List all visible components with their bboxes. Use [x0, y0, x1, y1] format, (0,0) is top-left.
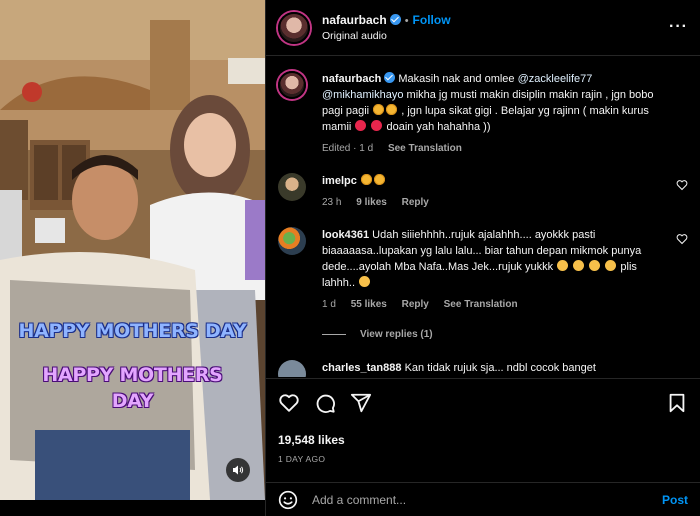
comment-input[interactable]: Add a comment... [312, 493, 662, 507]
likes-count[interactable]: 19,548 likes [278, 433, 688, 447]
caption-text-1: Makasih nak and omlee [398, 73, 518, 85]
post-video[interactable]: HAPPY MOTHERS DAY HAPPY MOTHERS DAY [0, 0, 265, 500]
share-send-icon[interactable] [350, 392, 372, 414]
view-replies-button[interactable]: View replies (1) [322, 329, 688, 340]
action-bar [278, 389, 688, 417]
caption-username[interactable]: nafaurbach [322, 73, 381, 85]
emoji-icon [373, 104, 385, 115]
emoji-icon [386, 104, 398, 115]
caption-body: nafaurbach Makasih nak and omlee @zackle… [322, 71, 688, 157]
comment: charles_tan888 Kan tidak rujuk sja... nd… [278, 360, 688, 377]
header-username[interactable]: nafaurbach [322, 13, 387, 27]
commenter-avatar[interactable] [278, 173, 306, 201]
emoji-icon [589, 260, 601, 271]
like-comment-icon[interactable] [676, 179, 688, 191]
mention-link[interactable]: @mikhamikhayo [322, 89, 403, 101]
comment-bubble-icon[interactable] [314, 392, 336, 414]
emoji-icon [360, 174, 372, 185]
emoji-icon [557, 260, 569, 271]
verified-badge-icon [389, 14, 401, 25]
emoji-picker-icon[interactable] [278, 490, 298, 510]
commenter-avatar[interactable] [278, 360, 306, 377]
mute-button[interactable] [226, 458, 250, 482]
comment-time: 1 d [322, 299, 336, 310]
post-date: 1 DAY AGO [278, 454, 326, 464]
like-heart-icon[interactable] [278, 392, 300, 414]
add-comment-bar: Add a comment... Post [266, 482, 700, 516]
overlay-text-2a: HAPPY MOTHERS [42, 364, 223, 386]
comment-username[interactable]: charles_tan888 [322, 362, 402, 374]
caption-avatar[interactable] [278, 71, 306, 99]
video-frame [0, 0, 265, 500]
comment-meta: 23 h 9 likes Reply [322, 195, 670, 211]
overlay-text-2b: DAY [111, 390, 154, 412]
comment-likes[interactable]: 9 likes [356, 197, 387, 208]
comment: imelpc 23 h 9 likes Reply [278, 173, 688, 211]
comment-body: look4361 Udah siiiehhhh..rujuk ajalahhh.… [322, 227, 688, 313]
caption-meta: Edited · 1 d See Translation [322, 141, 670, 157]
emoji-icon [359, 276, 371, 287]
avatar[interactable] [278, 11, 310, 44]
separator-dot: • [404, 15, 409, 27]
verified-badge-icon [384, 72, 396, 83]
emoji-icon [373, 174, 385, 185]
see-translation-link[interactable]: See Translation [444, 299, 518, 310]
comment-likes[interactable]: 55 likes [351, 299, 387, 310]
emoji-icon [355, 120, 367, 131]
emoji-icon [573, 260, 585, 271]
post-side-panel: nafaurbach • Follow Original audio ··· naf… [265, 0, 700, 516]
caption-edited: Edited · 1 d [322, 143, 374, 154]
comment-text: Kan tidak rujuk sja... ndbl cocok banget [404, 362, 596, 374]
comment-username[interactable]: look4361 [322, 229, 369, 241]
emoji-icon [605, 260, 617, 271]
post-header: nafaurbach • Follow Original audio ··· [266, 0, 700, 56]
reply-button[interactable]: Reply [402, 299, 429, 310]
follow-button[interactable]: Follow [413, 13, 451, 27]
comment-time: 23 h [322, 197, 342, 208]
comment-meta: 1 d 55 likes Reply See Translation [322, 297, 670, 313]
overlay-text-1: HAPPY MOTHERS DAY [18, 320, 247, 342]
view-replies-label: View replies (1) [360, 329, 433, 340]
comment-username[interactable]: imelpc [322, 175, 357, 187]
commenter-avatar[interactable] [278, 227, 306, 255]
speaker-icon [233, 465, 244, 475]
comment-body: imelpc 23 h 9 likes Reply [322, 173, 688, 211]
mention-link[interactable]: @zackleelife77 [518, 73, 593, 85]
see-translation-link[interactable]: See Translation [388, 143, 462, 154]
reply-button[interactable]: Reply [402, 197, 429, 208]
like-comment-icon[interactable] [676, 233, 688, 245]
header-names: nafaurbach • Follow Original audio [322, 13, 451, 42]
post-comment-button[interactable]: Post [662, 493, 688, 507]
caption-text-4: doain yah hahahha )) [383, 121, 491, 133]
caption: nafaurbach Makasih nak and omlee @zackle… [278, 71, 688, 157]
replies-divider [322, 334, 346, 335]
more-options-button[interactable]: ··· [669, 18, 688, 36]
post-modal: HAPPY MOTHERS DAY HAPPY MOTHERS DAY nafa… [0, 0, 700, 516]
audio-link[interactable]: Original audio [322, 30, 451, 42]
overlay-text-2: HAPPY MOTHERS DAY [0, 362, 265, 414]
post-actions: 19,548 likes 1 DAY AGO [266, 378, 700, 464]
bookmark-icon[interactable] [666, 392, 688, 414]
comment-body: charles_tan888 Kan tidak rujuk sja... nd… [322, 360, 688, 377]
comment: look4361 Udah siiiehhhh..rujuk ajalahhh.… [278, 227, 688, 313]
emoji-icon [371, 120, 383, 131]
comments-list[interactable]: nafaurbach Makasih nak and omlee @zackle… [266, 57, 700, 377]
